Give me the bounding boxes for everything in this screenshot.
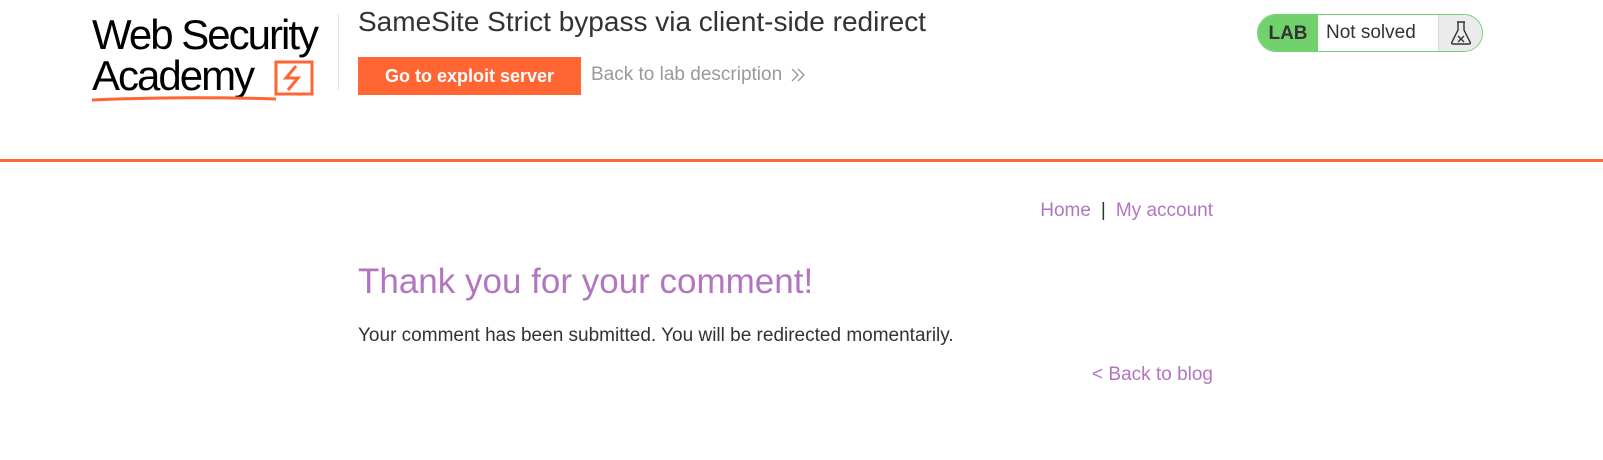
nav-separator: | xyxy=(1100,200,1106,221)
lab-status-badge: LAB Not solved xyxy=(1257,14,1483,52)
lab-status-label: LAB xyxy=(1258,15,1318,51)
back-to-lab-description-link[interactable]: Back to lab description xyxy=(591,64,806,86)
page-title: Thank you for your comment! xyxy=(358,262,814,301)
top-navigation: Home | My account xyxy=(1040,200,1213,222)
back-to-lab-description-label: Back to lab description xyxy=(591,64,783,85)
confirmation-message: Your comment has been submitted. You wil… xyxy=(358,325,954,346)
double-chevron-right-icon xyxy=(791,68,806,82)
flask-icon xyxy=(1438,15,1482,51)
back-to-blog-link[interactable]: < Back to blog xyxy=(1092,364,1213,386)
logo-underline xyxy=(92,96,277,102)
go-to-exploit-server-button[interactable]: Go to exploit server xyxy=(358,57,581,95)
lab-header: Web Security Academy SameSite Strict byp… xyxy=(0,0,1603,162)
home-link[interactable]: Home xyxy=(1040,200,1091,221)
logo-line2: Academy xyxy=(92,52,255,99)
logo-line1: Web Security xyxy=(92,11,319,58)
logo-bolt-icon xyxy=(274,60,314,96)
header-divider xyxy=(338,14,339,90)
lab-title: SameSite Strict bypass via client-side r… xyxy=(358,6,926,37)
web-security-academy-logo[interactable]: Web Security Academy xyxy=(92,12,338,102)
lab-status-text: Not solved xyxy=(1318,15,1438,51)
my-account-link[interactable]: My account xyxy=(1116,200,1213,221)
